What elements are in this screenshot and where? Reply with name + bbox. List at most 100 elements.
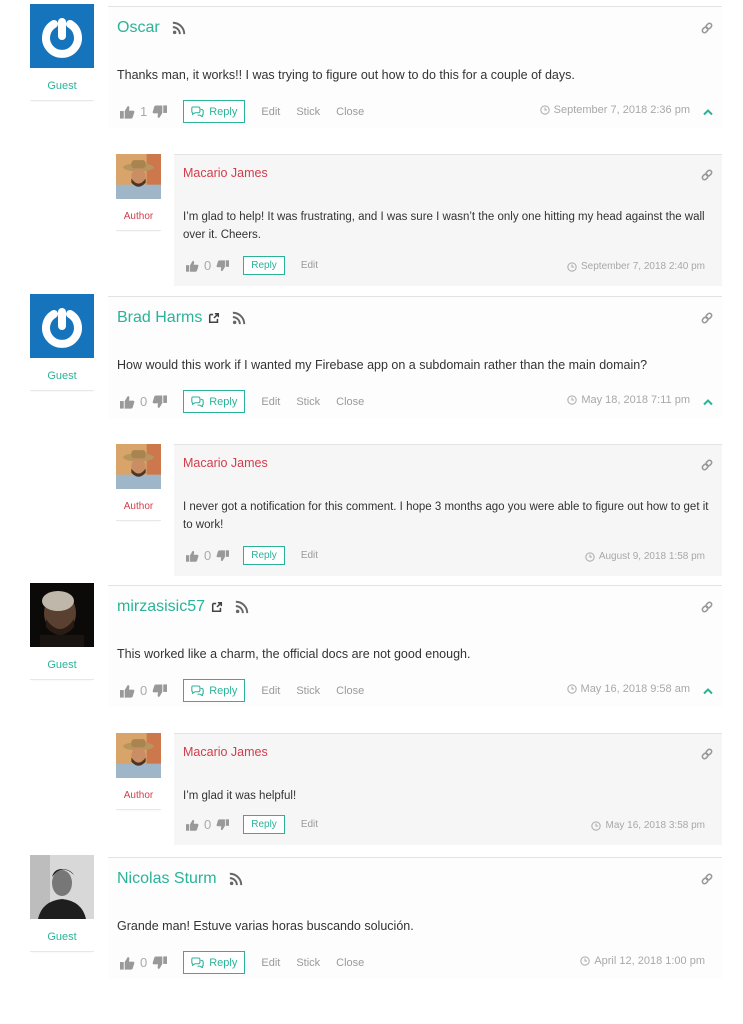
avatar[interactable] [30,4,94,68]
vote-count: 0 [204,548,212,563]
comment: Guest Oscar Thanks man, it works!! I was… [0,6,743,128]
thumbs-down-icon[interactable] [152,956,167,970]
reply-button[interactable]: Reply [183,679,246,702]
chat-icon [191,957,204,968]
reply-button[interactable]: Reply [243,815,285,834]
thumbs-up-icon[interactable] [120,956,135,970]
reply-button[interactable]: Reply [243,256,285,275]
clock-icon [591,821,601,831]
author-name[interactable]: Macario James [183,745,268,759]
thumbs-down-icon[interactable] [152,395,167,409]
thumbs-up-icon[interactable] [186,819,199,831]
comment-body: Oscar Thanks man, it works!! I was tryin… [108,6,722,128]
timestamp: September 7, 2018 2:36 pm [540,104,690,116]
thumbs-down-icon[interactable] [152,684,167,698]
avatar[interactable] [116,444,161,489]
avatar[interactable] [30,583,94,647]
reply-button[interactable]: Reply [243,546,285,565]
reply-comment: Author Macario James I’m glad it was hel… [0,733,743,845]
permalink-icon[interactable] [700,747,714,761]
vote-count: 1 [140,104,148,119]
external-link-icon[interactable] [211,601,223,613]
comment: Guest Brad Harms How would this work if … [0,296,743,418]
author-name[interactable]: Nicolas Sturm [117,870,217,888]
clock-icon [540,105,550,115]
timestamp: May 16, 2018 9:58 am [567,683,690,695]
author-name[interactable]: Macario James [183,456,268,470]
rss-icon[interactable] [235,600,249,614]
role-badge: Guest [30,80,94,101]
edit-link[interactable]: Edit [261,957,280,969]
reply-label: Reply [251,819,277,830]
vote-count: 0 [140,955,148,970]
timestamp-text: April 12, 2018 1:00 pm [594,955,705,967]
comment-body: mirzasisic57 This worked like a charm, t… [108,585,722,707]
stick-link[interactable]: Stick [296,106,320,118]
comment: Guest Nicolas Sturm Grande man! Estuve v… [0,857,743,979]
collapse-replies-icon[interactable] [703,398,713,406]
chat-icon [191,685,204,696]
rss-icon[interactable] [232,311,246,325]
role-badge: Guest [30,659,94,680]
thumbs-up-icon[interactable] [120,105,135,119]
stick-link[interactable]: Stick [296,957,320,969]
avatar[interactable] [30,855,94,919]
clock-icon [580,956,590,966]
permalink-icon[interactable] [700,21,714,35]
close-link[interactable]: Close [336,957,364,969]
rss-icon[interactable] [229,872,243,886]
comment-text: This worked like a charm, the official d… [117,647,471,661]
thumbs-down-icon[interactable] [216,260,229,272]
author-name[interactable]: Brad Harms [117,309,202,327]
reply-button[interactable]: Reply [183,951,246,974]
chat-icon [191,106,204,117]
author-name[interactable]: Macario James [183,166,268,180]
edit-link[interactable]: Edit [261,396,280,408]
thumbs-up-icon[interactable] [186,260,199,272]
close-link[interactable]: Close [336,685,364,697]
reply-button[interactable]: Reply [183,390,246,413]
permalink-icon[interactable] [700,458,714,472]
author-name[interactable]: Oscar [117,19,160,37]
author-name[interactable]: mirzasisic57 [117,598,205,616]
reply-label: Reply [251,260,277,271]
permalink-icon[interactable] [700,168,714,182]
thumbs-down-icon[interactable] [152,105,167,119]
thumbs-up-icon[interactable] [120,684,135,698]
avatar[interactable] [30,294,94,358]
permalink-icon[interactable] [700,311,714,325]
thumbs-down-icon[interactable] [216,819,229,831]
avatar[interactable] [116,154,161,199]
thumbs-up-icon[interactable] [120,395,135,409]
chat-icon [191,396,204,407]
permalink-icon[interactable] [700,600,714,614]
collapse-replies-icon[interactable] [703,108,713,116]
close-link[interactable]: Close [336,396,364,408]
comment-body: Macario James I never got a notification… [174,444,722,576]
vote-count: 0 [140,394,148,409]
edit-link[interactable]: Edit [301,260,318,271]
rss-icon[interactable] [172,21,186,35]
stick-link[interactable]: Stick [296,685,320,697]
collapse-replies-icon[interactable] [703,687,713,695]
stick-link[interactable]: Stick [296,396,320,408]
thumbs-down-icon[interactable] [216,550,229,562]
thumbs-up-icon[interactable] [186,550,199,562]
permalink-icon[interactable] [700,872,714,886]
comment: Guest mirzasisic57 This worked like a ch… [0,585,743,707]
avatar[interactable] [116,733,161,778]
external-link-icon[interactable] [208,312,220,324]
timestamp-text: September 7, 2018 2:40 pm [581,261,705,272]
comment-body: Macario James I’m glad it was helpful! 0… [174,733,722,845]
edit-link[interactable]: Edit [301,550,318,561]
close-link[interactable]: Close [336,106,364,118]
edit-link[interactable]: Edit [261,106,280,118]
reply-button[interactable]: Reply [183,100,246,123]
clock-icon [567,684,577,694]
edit-link[interactable]: Edit [261,685,280,697]
comment-text: Thanks man, it works!! I was trying to f… [117,68,575,82]
edit-link[interactable]: Edit [301,819,318,830]
reply-label: Reply [209,105,238,118]
timestamp: May 16, 2018 3:58 pm [591,820,705,831]
clock-icon [585,552,595,562]
